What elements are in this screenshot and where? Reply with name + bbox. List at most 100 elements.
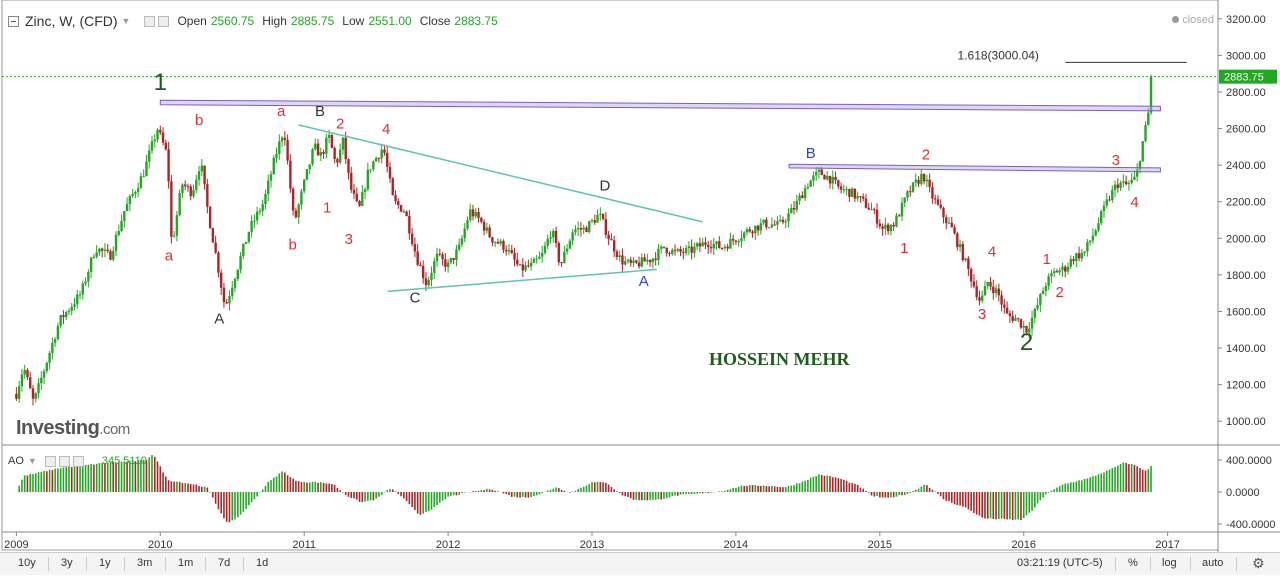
candle-body bbox=[316, 143, 320, 156]
collapse-icon[interactable] bbox=[8, 15, 19, 27]
candle-body bbox=[386, 152, 389, 167]
candle-body bbox=[767, 227, 771, 229]
candle-body bbox=[798, 195, 801, 201]
high-label: High bbox=[262, 14, 287, 28]
candle-body bbox=[914, 179, 917, 183]
candle-body bbox=[961, 244, 965, 261]
candle-body bbox=[1122, 181, 1125, 183]
ao-close-icon[interactable] bbox=[72, 455, 84, 467]
candle-body bbox=[45, 362, 49, 372]
candle-body bbox=[186, 186, 190, 188]
candle-body bbox=[881, 226, 884, 229]
candle-body bbox=[181, 184, 184, 194]
resistance-band bbox=[788, 163, 1161, 173]
candle-body bbox=[136, 188, 140, 193]
candle-body bbox=[582, 227, 585, 230]
candle-body bbox=[997, 288, 1001, 296]
candle-body bbox=[629, 259, 632, 264]
candle-body bbox=[599, 213, 602, 215]
candle-body bbox=[707, 244, 710, 248]
candle-body bbox=[449, 258, 453, 263]
gear-icon[interactable]: ⚙ bbox=[1252, 555, 1265, 572]
range-7d[interactable]: 7d bbox=[218, 557, 230, 569]
candle-body bbox=[864, 198, 868, 208]
x-tick-label: 2011 bbox=[292, 539, 316, 551]
candle-body bbox=[23, 369, 26, 375]
gear-icon[interactable] bbox=[158, 15, 170, 27]
candle-body bbox=[1108, 199, 1111, 201]
candle-body bbox=[394, 195, 397, 202]
candle-body bbox=[787, 213, 790, 222]
candle-body bbox=[676, 248, 680, 251]
candle-body bbox=[208, 206, 212, 229]
auto-toggle[interactable]: auto bbox=[1202, 557, 1223, 569]
candle-body bbox=[687, 246, 691, 249]
candle-body bbox=[532, 259, 536, 263]
range-10y[interactable]: 10y bbox=[18, 557, 36, 569]
candle-body bbox=[903, 197, 906, 203]
candle-body bbox=[972, 281, 976, 287]
range-3y[interactable]: 3y bbox=[61, 557, 73, 569]
candle-body bbox=[56, 325, 60, 340]
y-tick-label: 1200.00 bbox=[1226, 380, 1266, 392]
candle-body bbox=[751, 231, 754, 234]
symbol-title[interactable]: Zinc, W, (CFD) bbox=[25, 13, 118, 29]
status-dot-icon bbox=[1172, 16, 1180, 23]
wave-label: A bbox=[214, 310, 224, 327]
candle-body bbox=[671, 249, 674, 254]
wave-label: 1 bbox=[1043, 251, 1051, 268]
candle-body bbox=[718, 241, 721, 248]
candle-body bbox=[1041, 290, 1045, 295]
range-1y[interactable]: 1y bbox=[99, 557, 111, 569]
candle-body bbox=[900, 202, 904, 217]
log-toggle[interactable]: log bbox=[1162, 557, 1177, 569]
range-1d[interactable]: 1d bbox=[256, 557, 268, 569]
candle-body bbox=[430, 272, 433, 280]
ao-settings-icon[interactable] bbox=[44, 455, 56, 467]
range-3m[interactable]: 3m bbox=[137, 557, 152, 569]
chart-area[interactable]: 1000.00 1200.00 1400.00 1600.00 1800.00 2000.… bbox=[0, 0, 1280, 552]
range-1m[interactable]: 1m bbox=[178, 557, 193, 569]
chart-header: Zinc, W, (CFD) ▼ Open 2560.75 High 2885.… bbox=[8, 12, 498, 30]
candle-body bbox=[1022, 325, 1025, 328]
candle-body bbox=[17, 386, 21, 399]
candle-body bbox=[693, 246, 696, 253]
candle-body bbox=[604, 219, 608, 235]
candle-body bbox=[308, 164, 311, 170]
candle-body bbox=[770, 224, 774, 228]
ao-name[interactable]: AO bbox=[8, 455, 24, 467]
candle-body bbox=[529, 262, 533, 267]
candle-body bbox=[311, 149, 314, 165]
candle-body bbox=[291, 188, 295, 211]
candle-body bbox=[103, 249, 107, 251]
candle-body bbox=[1102, 205, 1106, 212]
candle-body bbox=[206, 184, 209, 207]
candle-body bbox=[981, 295, 984, 301]
candle-body bbox=[1003, 304, 1006, 308]
candle-body bbox=[303, 179, 306, 192]
candle-body bbox=[471, 209, 475, 217]
candle-body bbox=[98, 248, 101, 253]
candle-body bbox=[756, 225, 760, 231]
candle-body bbox=[986, 281, 989, 287]
candle-body bbox=[319, 152, 323, 156]
toolbar-divider bbox=[1236, 557, 1237, 571]
candle-body bbox=[596, 214, 599, 223]
candle-body bbox=[460, 238, 464, 245]
chevron-down-icon[interactable]: ▼ bbox=[122, 16, 131, 26]
candle-body bbox=[637, 262, 641, 267]
ao-gear-icon[interactable] bbox=[58, 455, 70, 467]
candle-body bbox=[945, 217, 948, 224]
candle-body bbox=[560, 262, 563, 264]
candle-body bbox=[452, 258, 455, 261]
candle-body bbox=[258, 210, 262, 212]
chevron-down-icon[interactable]: ▼ bbox=[28, 456, 37, 466]
candle-body bbox=[518, 264, 522, 266]
candle-body bbox=[244, 241, 248, 244]
x-tick-label: 2013 bbox=[580, 539, 604, 551]
candle-body bbox=[576, 227, 580, 230]
settings-icon[interactable] bbox=[144, 15, 156, 27]
percent-toggle[interactable]: % bbox=[1128, 557, 1138, 569]
candle-body bbox=[505, 249, 508, 252]
candle-body bbox=[134, 192, 137, 194]
